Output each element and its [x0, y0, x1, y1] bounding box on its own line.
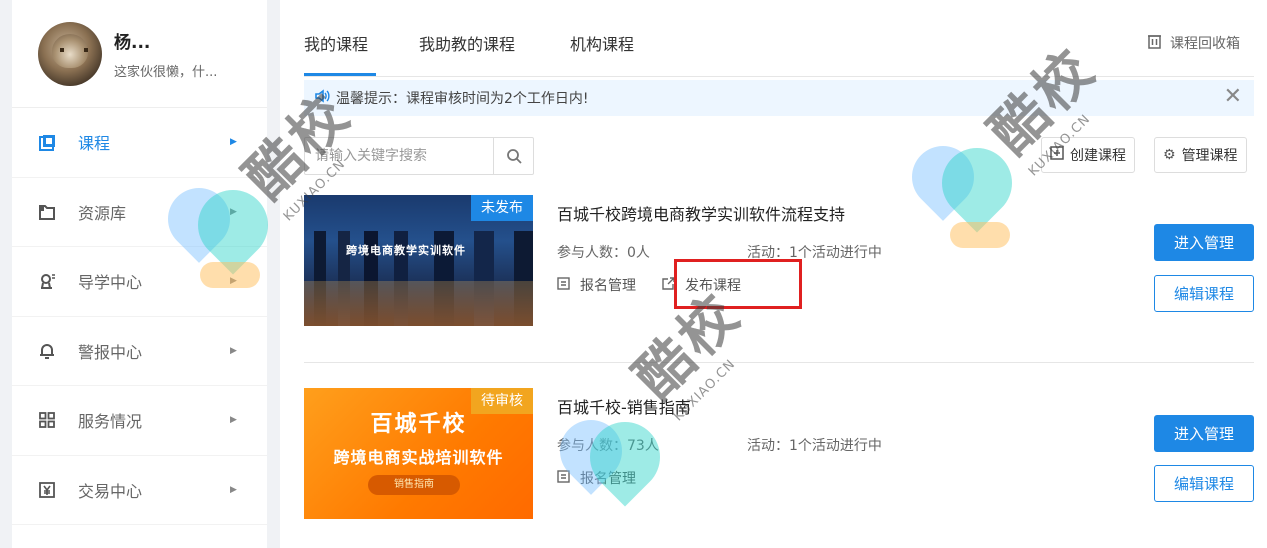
create-course-label: 创建课程 [1070, 148, 1126, 164]
tab-bar: 我的课程 我助教的课程 机构课程 课程回收箱 [304, 0, 1254, 77]
sidebar: 杨... 这家伙很懒，什... 课程 ▶ 资源库 ▶ 导学中心 ▶ 警报中心 ▶ [12, 0, 267, 548]
tab-my-courses[interactable]: 我的课程 [304, 31, 368, 55]
edit-course-button[interactable]: 编辑课程 [1154, 465, 1254, 502]
chevron-right-icon: ▶ [230, 484, 237, 495]
course-title[interactable]: 百城千校-销售指南 [557, 394, 691, 418]
chevron-right-icon: ▶ [230, 206, 237, 217]
sidebar-item-label: 导学中心 [78, 273, 143, 293]
sidebar-item-label: 交易中心 [78, 481, 143, 501]
chevron-right-icon: ▶ [230, 415, 237, 426]
signup-manage-label: 报名管理 [580, 278, 636, 294]
sidebar-item-label: 资源库 [78, 203, 127, 223]
close-icon[interactable]: ✕ [1224, 86, 1242, 108]
create-icon [1050, 146, 1064, 164]
sidebar-item-trade[interactable]: 交易中心 ▶ [12, 456, 267, 525]
signup-manage-link[interactable]: 报名管理 [557, 468, 636, 488]
tab-org-courses[interactable]: 机构课程 [570, 31, 634, 55]
sidebar-item-service[interactable]: 服务情况 ▶ [12, 386, 267, 456]
sidebar-item-resources[interactable]: 资源库 ▶ [12, 178, 267, 247]
sidebar-item-label: 课程 [78, 134, 111, 154]
course-icon [38, 133, 56, 151]
activity-status: 活动：1个活动进行中 [747, 438, 882, 454]
create-course-button[interactable]: 创建课程 [1041, 137, 1135, 173]
course-thumbnail[interactable]: 跨境电商教学实训软件 未发布 [304, 195, 533, 326]
course-card: 跨境电商教学实训软件 未发布 百城千校跨境电商教学实训软件流程支持 参与人数：0… [304, 195, 1254, 363]
chevron-right-icon: ▶ [230, 276, 237, 287]
main-panel: 我的课程 我助教的课程 机构课程 课程回收箱 温馨提示：课程审核时间为2个工作日… [280, 0, 1267, 548]
tab-assistant-courses[interactable]: 我助教的课程 [419, 31, 515, 55]
chevron-right-icon: ▶ [230, 345, 237, 356]
search-box [304, 137, 534, 175]
guide-icon [38, 272, 56, 290]
highlight-box [674, 259, 802, 309]
sidebar-item-alerts[interactable]: 警报中心 ▶ [12, 317, 267, 386]
avatar[interactable] [38, 21, 102, 86]
chevron-right-icon: ▶ [230, 137, 237, 148]
course-thumbnail[interactable]: 百城千校 跨境电商实战培训软件 销售指南 待审核 [304, 388, 533, 519]
course-title[interactable]: 百城千校跨境电商教学实训软件流程支持 [557, 201, 845, 225]
signup-manage-label: 报名管理 [580, 471, 636, 487]
status-badge: 待审核 [471, 388, 533, 414]
sidebar-item-guide[interactable]: 导学中心 ▶ [12, 247, 267, 317]
participants-count: 参与人数：0人 [557, 245, 650, 261]
enter-manage-button[interactable]: 进入管理 [1154, 224, 1254, 261]
sidebar-item-label: 警报中心 [78, 342, 143, 362]
notice-text: 温馨提示：课程审核时间为2个工作日内! [336, 91, 589, 107]
sidebar-item-label: 服务情况 [78, 412, 143, 432]
manage-course-label: 管理课程 [1181, 148, 1238, 164]
bell-icon [38, 342, 56, 360]
folder-icon [38, 203, 56, 221]
enter-manage-button[interactable]: 进入管理 [1154, 415, 1254, 452]
notice-bar: 温馨提示：课程审核时间为2个工作日内! ✕ [304, 80, 1254, 116]
search-input[interactable] [305, 138, 494, 174]
recycle-bin-link[interactable]: 课程回收箱 [1147, 33, 1240, 53]
participants-count: 参与人数：73人 [557, 438, 659, 454]
list-icon [557, 469, 570, 487]
gear-icon: ⚙ [1163, 147, 1176, 163]
thumbnail-subtext: 跨境电商实战培训软件 [333, 448, 504, 467]
search-icon[interactable] [493, 138, 533, 174]
sidebar-item-course[interactable]: 课程 ▶ [12, 108, 267, 178]
profile-name: 杨... [114, 32, 151, 53]
tab-active-indicator [304, 73, 376, 76]
yen-icon [38, 481, 56, 499]
profile-signature: 这家伙很懒，什... [114, 64, 218, 80]
status-badge: 未发布 [471, 195, 533, 221]
thumbnail-pill: 销售指南 [368, 475, 460, 495]
edit-course-button[interactable]: 编辑课程 [1154, 275, 1254, 312]
profile-card[interactable]: 杨... 这家伙很懒，什... [12, 0, 267, 108]
course-card: 百城千校 跨境电商实战培训软件 销售指南 待审核 百城千校-销售指南 参与人数：… [304, 388, 1254, 548]
trash-icon [1147, 34, 1162, 53]
list-icon [557, 276, 570, 294]
signup-manage-link[interactable]: 报名管理 [557, 275, 636, 295]
speaker-icon [314, 88, 330, 108]
recycle-bin-label: 课程回收箱 [1170, 36, 1240, 52]
thumbnail-text: 跨境电商教学实训软件 [346, 244, 466, 257]
grid-icon [38, 411, 56, 429]
manage-course-button[interactable]: ⚙ 管理课程 [1154, 137, 1247, 173]
